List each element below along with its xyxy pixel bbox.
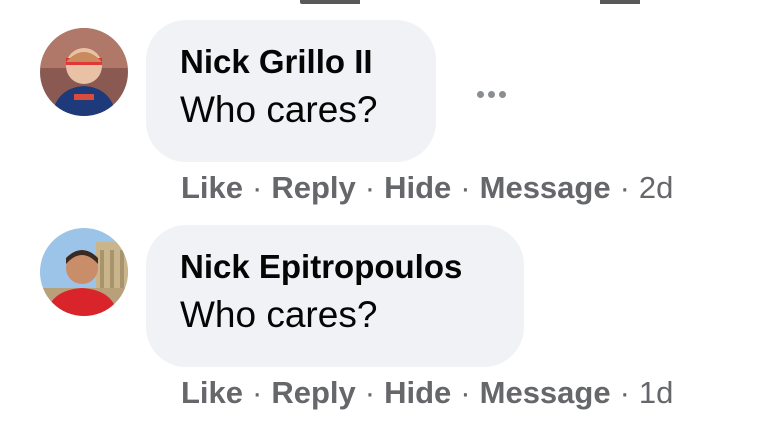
reply-button[interactable]: Reply bbox=[271, 170, 355, 205]
comment-author[interactable]: Nick Epitropoulos bbox=[180, 247, 490, 287]
avatar[interactable] bbox=[40, 228, 128, 316]
comment-bubble: Nick Epitropoulos Who cares? bbox=[146, 225, 524, 367]
message-button[interactable]: Message bbox=[480, 375, 611, 410]
more-horizontal-icon bbox=[476, 90, 484, 98]
separator: · bbox=[252, 375, 263, 410]
hide-button[interactable]: Hide bbox=[384, 170, 451, 205]
separator: · bbox=[364, 170, 376, 205]
avatar[interactable] bbox=[40, 28, 128, 116]
like-button[interactable]: Like bbox=[181, 170, 243, 205]
like-button[interactable]: Like bbox=[181, 375, 243, 410]
more-horizontal-icon-dot bbox=[487, 90, 495, 98]
reply-button[interactable]: Reply bbox=[271, 375, 355, 410]
message-button[interactable]: Message bbox=[480, 170, 611, 205]
comment-timestamp[interactable]: 2d bbox=[639, 170, 673, 205]
separator: · bbox=[252, 170, 263, 205]
hide-button[interactable]: Hide bbox=[384, 375, 451, 410]
separator: · bbox=[460, 375, 471, 410]
previous-content-fragment bbox=[300, 0, 660, 4]
more-options-button[interactable] bbox=[466, 82, 516, 106]
comment-author[interactable]: Nick Grillo II bbox=[180, 42, 402, 82]
comment-actions: Like · Reply · Hide · Message · 1d bbox=[181, 373, 673, 413]
separator: · bbox=[460, 170, 471, 205]
separator: · bbox=[619, 170, 630, 205]
more-horizontal-icon-dot bbox=[498, 90, 506, 98]
comment-text: Who cares? bbox=[180, 294, 378, 335]
comment-text: Who cares? bbox=[180, 89, 378, 130]
separator: · bbox=[619, 375, 630, 410]
comment-bubble: Nick Grillo II Who cares? bbox=[146, 20, 436, 162]
comment-timestamp[interactable]: 1d bbox=[639, 375, 673, 410]
comment-actions: Like · Reply · Hide · Message · 2d bbox=[181, 168, 673, 208]
separator: · bbox=[364, 375, 376, 410]
